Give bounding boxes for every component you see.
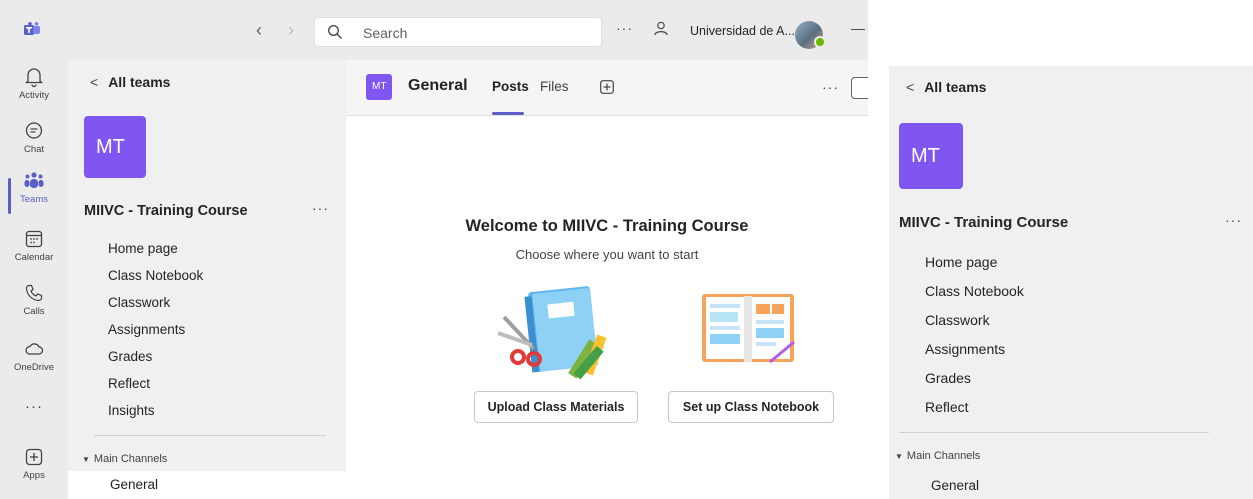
app-rail: Activity Chat Teams Calendar Calls OneDr… (0, 60, 68, 499)
add-tab-icon[interactable] (600, 80, 614, 94)
caret-down-icon: ▼ (895, 452, 903, 461)
rail-item-calls[interactable]: Calls (0, 282, 68, 334)
phone-icon (25, 284, 43, 302)
chevron-left-icon: < (906, 79, 915, 95)
nav-item-classwork[interactable]: Classwork (108, 294, 203, 321)
team-panel-zoom: < All teams MT MIIVC - Training Course ··… (889, 66, 1253, 499)
tab-posts[interactable]: Posts (492, 79, 529, 94)
presence-available-icon (814, 36, 826, 48)
team-avatar: MT (84, 116, 146, 178)
channel-label: General (110, 477, 159, 492)
search-input[interactable]: Search (314, 17, 602, 47)
channel-main: MT General Posts Files ··· Welcome to MI… (346, 60, 868, 499)
chevron-left-icon: < (90, 74, 99, 90)
caret-down-icon: ▼ (82, 455, 90, 464)
rail-item-more[interactable]: ··· (0, 398, 68, 450)
forward-arrow-icon[interactable]: › (288, 20, 294, 41)
search-placeholder: Search (363, 25, 408, 41)
rail-item-onedrive[interactable]: OneDrive (0, 338, 68, 390)
nav-item-home-page[interactable]: Home page (108, 240, 203, 267)
people-icon[interactable] (652, 20, 670, 38)
team-avatar: MT (899, 123, 963, 189)
divider (899, 432, 1209, 433)
nav-item-home-page[interactable]: Home page (925, 253, 1024, 282)
section-label: Main Channels (93, 453, 168, 465)
welcome-title: Welcome to MIIVC - Training Course (465, 217, 749, 235)
channel-avatar: MT (366, 74, 392, 100)
nav-item-class-notebook[interactable]: Class Notebook (925, 282, 1024, 311)
all-teams-label: All teams (924, 79, 987, 95)
team-nav-list: Home page Class Notebook Classwork Assig… (925, 253, 1024, 427)
team-initials: MT (96, 136, 125, 158)
main-channels-section[interactable]: ▼ Main Channels (82, 453, 167, 465)
nav-item-class-notebook[interactable]: Class Notebook (108, 267, 203, 294)
rail-label: Apps (23, 470, 45, 481)
organization-name[interactable]: Universidad de A... (690, 24, 795, 38)
all-teams-label: All teams (108, 74, 171, 90)
title-bar: ‹ › Search ··· Universidad de A... — (0, 0, 868, 60)
calendar-icon (25, 230, 43, 248)
channel-initials: MT (372, 81, 387, 92)
team-name: MIIVC - Training Course (84, 203, 248, 219)
minimize-icon[interactable]: — (851, 20, 865, 36)
team-panel: < All teams MT MIIVC - Training Course ··… (68, 60, 346, 499)
nav-item-reflect[interactable]: Reflect (925, 398, 1024, 427)
divider (94, 435, 326, 436)
rail-item-apps[interactable]: Apps (0, 446, 68, 498)
set-up-class-notebook-button[interactable]: Set up Class Notebook (668, 391, 834, 423)
channel-header: MT General Posts Files ··· (346, 60, 868, 116)
rail-item-teams[interactable]: Teams (0, 170, 68, 222)
rail-label: Activity (18, 90, 50, 101)
teams-logo-icon (24, 22, 40, 35)
rail-item-activity[interactable]: Activity (0, 66, 68, 118)
rail-label: Calendar (14, 252, 54, 263)
channel-item-general[interactable]: General (889, 472, 1253, 499)
upload-class-materials-button[interactable]: Upload Class Materials (474, 391, 638, 423)
all-teams-link[interactable]: < All teams (906, 79, 986, 95)
nav-item-grades[interactable]: Grades (108, 348, 203, 375)
all-teams-link[interactable]: < All teams (90, 74, 170, 90)
team-nav-list: Home page Class Notebook Classwork Assig… (108, 240, 203, 429)
channel-label: General (931, 478, 980, 493)
teams-icon (24, 172, 44, 188)
section-label: Main Channels (906, 450, 981, 462)
team-initials: MT (911, 145, 940, 167)
rail-item-calendar[interactable]: Calendar (0, 228, 68, 280)
nav-item-classwork[interactable]: Classwork (925, 311, 1024, 340)
nav-item-assignments[interactable]: Assignments (108, 321, 203, 348)
main-channels-section[interactable]: ▼ Main Channels (895, 450, 980, 462)
teams-window: ‹ › Search ··· Universidad de A... — Act… (0, 0, 868, 499)
channel-item-general[interactable]: General (68, 471, 346, 499)
class-notebook-illustration (702, 294, 795, 364)
channel-more-icon[interactable]: ··· (822, 79, 839, 95)
search-icon (328, 25, 342, 39)
nav-item-reflect[interactable]: Reflect (108, 375, 203, 402)
class-materials-illustration (497, 286, 607, 380)
welcome-subtitle: Choose where you want to start (515, 247, 699, 262)
bell-icon (24, 68, 44, 88)
back-arrow-icon[interactable]: ‹ (256, 20, 262, 41)
nav-item-grades[interactable]: Grades (925, 369, 1024, 398)
nav-item-insights[interactable]: Insights (108, 402, 203, 429)
active-indicator (8, 178, 11, 214)
meet-button[interactable] (851, 77, 868, 99)
team-more-options-icon[interactable]: ··· (312, 200, 329, 216)
team-name: MIIVC - Training Course (899, 214, 1069, 231)
more-icon: ··· (25, 398, 43, 415)
active-tab-indicator (492, 112, 524, 115)
team-more-options-icon[interactable]: ··· (1225, 212, 1242, 228)
settings-more-icon[interactable]: ··· (616, 20, 633, 36)
rail-label: Calls (23, 306, 45, 317)
nav-item-assignments[interactable]: Assignments (925, 340, 1024, 369)
apps-icon (25, 448, 43, 466)
chat-icon (25, 122, 43, 139)
rail-label: Chat (23, 144, 45, 155)
tab-files[interactable]: Files (540, 79, 569, 94)
rail-label: OneDrive (13, 362, 55, 373)
cloud-icon (25, 343, 44, 355)
rail-item-chat[interactable]: Chat (0, 120, 68, 172)
channel-name: General (408, 77, 468, 94)
